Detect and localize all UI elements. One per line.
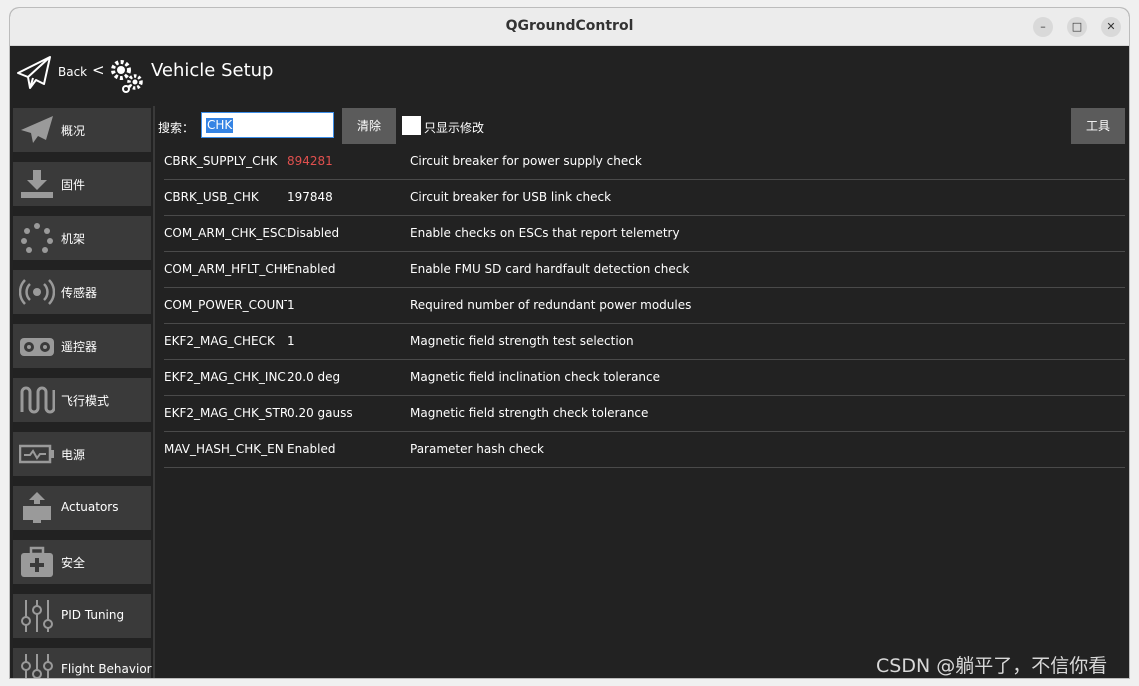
param-description: Required number of redundant power modul… — [410, 298, 692, 312]
param-value: 1 — [287, 334, 295, 348]
sidebar-item-label: PID Tuning — [61, 608, 125, 622]
param-description: Magnetic field inclination check toleran… — [410, 370, 661, 384]
param-name: CBRK_SUPPLY_CHK — [164, 154, 278, 168]
param-description: Circuit breaker for power supply check — [410, 154, 642, 168]
table-row[interactable]: COM_ARM_HFLT_CHK Enabled Enable FMU SD car… — [164, 252, 1125, 288]
paper-plane-icon — [17, 56, 51, 89]
table-row[interactable]: COM_ARM_CHK_ESCS Disabled Enable checks on… — [164, 216, 1125, 252]
search-input[interactable]: CHK — [201, 112, 334, 138]
sidebar-item-pid-tuning[interactable]: PID Tuning — [13, 594, 151, 638]
table-row[interactable]: EKF2_MAG_CHK_INC 20.0 deg Magnetic field i… — [164, 360, 1125, 396]
sidebar-item-label: 遥控器 — [61, 340, 98, 354]
sidebar-divider — [153, 106, 155, 678]
table-row[interactable]: MAV_HASH_CHK_EN Enabled Parameter hash che… — [164, 432, 1125, 468]
show-modified-checkbox[interactable] — [402, 116, 421, 135]
sidebar-item-label: Actuators — [61, 500, 119, 514]
sidebar-item-label: 电源 — [61, 448, 86, 462]
param-description: Magnetic field strength test selection — [410, 334, 634, 348]
param-description: Magnetic field strength check tolerance — [410, 406, 649, 420]
param-value: Disabled — [287, 226, 340, 240]
sidebar-item-label: 机架 — [61, 232, 86, 246]
download-icon — [21, 170, 53, 198]
param-name: COM_ARM_CHK_ESCS — [164, 226, 287, 240]
title-bar: QGroundControl – □ ✕ — [10, 8, 1129, 46]
sidebar-item-label: Flight Behavior — [61, 662, 152, 676]
radio-icon — [20, 338, 54, 356]
param-name: EKF2_MAG_CHK_STR — [164, 406, 287, 420]
param-value: 894281 — [287, 154, 333, 168]
tools-button[interactable]: 工具 — [1071, 108, 1125, 144]
show-modified-label: 只显示修改 — [424, 121, 485, 135]
table-row[interactable]: CBRK_SUPPLY_CHK 894281 Circuit breaker for… — [164, 144, 1125, 180]
sidebar-item-label: 安全 — [61, 556, 86, 570]
sidebar-item-flight-modes[interactable]: 飞行模式 — [13, 378, 151, 422]
watermark: CSDN @躺平了，不信你看 — [876, 655, 1108, 677]
sidebar-item-safety[interactable]: 安全 — [13, 540, 151, 584]
sliders-icon — [21, 600, 53, 632]
sensor-icon — [19, 279, 55, 305]
minimize-button[interactable]: – — [1033, 17, 1053, 37]
search-input-value: CHK — [206, 118, 234, 133]
sidebar-item-airframe[interactable]: 机架 — [13, 216, 151, 260]
close-button[interactable]: ✕ — [1101, 17, 1121, 37]
param-description: Enable checks on ESCs that report teleme… — [410, 226, 680, 240]
sidebar-item-actuators[interactable]: Actuators — [13, 486, 151, 530]
table-row[interactable]: CBRK_USB_CHK 197848 Circuit breaker for US… — [164, 180, 1125, 216]
param-value: Enabled — [287, 262, 336, 276]
param-value: 1 — [287, 298, 295, 312]
app-window: QGroundControl – □ ✕ Back < Vehicle Setu… — [10, 8, 1129, 678]
table-row[interactable]: EKF2_MAG_CHECK 1 Magnetic field strength t… — [164, 324, 1125, 360]
param-description: Parameter hash check — [410, 442, 545, 456]
airframe-icon — [21, 223, 53, 253]
param-name: COM_ARM_HFLT_CHK — [164, 262, 287, 276]
param-value: 0.20 gauss — [287, 406, 353, 420]
back-button[interactable]: Back — [14, 54, 88, 94]
param-value: 197848 — [287, 190, 333, 204]
param-name: COM_POWER_COUNT — [164, 298, 287, 312]
parameter-list: CBRK_SUPPLY_CHK 894281 Circuit breaker for… — [164, 144, 1125, 468]
clear-button[interactable]: 清除 — [342, 108, 396, 144]
param-description: Enable FMU SD card hardfault detection c… — [410, 262, 690, 276]
param-name: MAV_HASH_CHK_EN — [164, 442, 284, 456]
flight-mode-icon — [20, 386, 55, 414]
param-name: EKF2_MAG_CHK_INC — [164, 370, 286, 384]
sidebar-item-label: 固件 — [61, 178, 86, 192]
param-value: 20.0 deg — [287, 370, 341, 384]
paper-plane-icon — [21, 116, 53, 143]
table-row[interactable]: EKF2_MAG_CHK_STR 0.20 gauss Magnetic field… — [164, 396, 1125, 432]
sliders-icon — [21, 654, 53, 678]
window-title: QGroundControl — [505, 18, 634, 34]
battery-icon — [19, 444, 54, 464]
back-label: Back — [58, 65, 88, 79]
sidebar-item-firmware[interactable]: 固件 — [13, 162, 151, 206]
sidebar-item-radio[interactable]: 遥控器 — [13, 324, 151, 368]
sidebar-item-power[interactable]: 电源 — [13, 432, 151, 476]
maximize-button[interactable]: □ — [1067, 17, 1087, 37]
safety-icon — [21, 546, 53, 577]
breadcrumb-separator: < — [92, 61, 105, 79]
table-row[interactable]: COM_POWER_COUNT 1 Required number of redun… — [164, 288, 1125, 324]
sidebar-item-summary[interactable]: 概况 — [13, 108, 151, 152]
sidebar-item-sensors[interactable]: 传感器 — [13, 270, 151, 314]
param-description: Circuit breaker for USB link check — [410, 190, 612, 204]
gears-icon — [111, 60, 143, 93]
sidebar-item-flight-behavior[interactable]: Flight Behavior — [13, 648, 152, 678]
param-value: Enabled — [287, 442, 336, 456]
page-title: Vehicle Setup — [151, 60, 274, 81]
toolbar: Back < Vehicle Setup — [10, 46, 1129, 104]
sidebar-item-label: 概况 — [61, 124, 86, 138]
actuator-icon — [23, 492, 51, 523]
sidebar-item-label: 传感器 — [61, 286, 98, 300]
param-name: EKF2_MAG_CHECK — [164, 334, 275, 348]
param-name: CBRK_USB_CHK — [164, 190, 259, 204]
sidebar-item-label: 飞行模式 — [61, 394, 110, 408]
sidebar: 概况 固件 机架 传感器 遥控器 飞行模式 电源 Actuators 安全 PI… — [10, 106, 154, 678]
search-label: 搜索： — [158, 121, 195, 135]
